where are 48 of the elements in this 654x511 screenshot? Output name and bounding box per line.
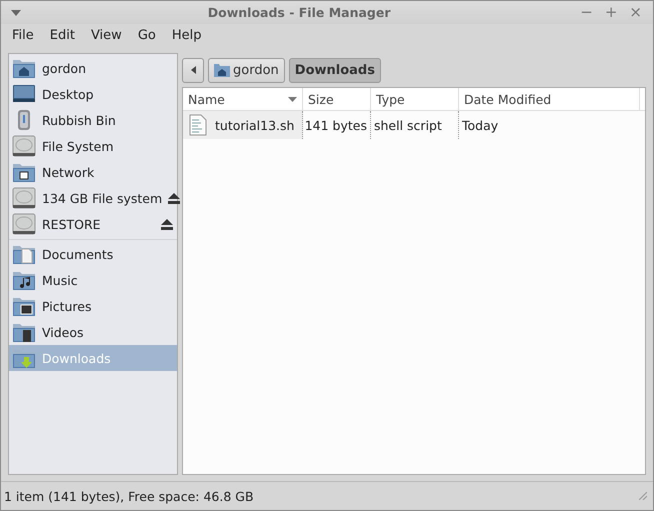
back-button[interactable] [182,58,204,82]
file-size: 141 bytes [304,118,367,132]
menu-item[interactable]: Edit [42,28,83,42]
file-type: shell script [374,118,442,132]
file-row[interactable]: tutorial13.sh 141 bytes shell script Today [183,111,645,139]
column-header[interactable]: Name [183,88,303,110]
column-header[interactable]: Date Modified [459,88,640,110]
file-name: tutorial13.sh [215,118,294,132]
sidebar-item[interactable]: 134 GB File system [9,185,177,211]
path-button[interactable]: gordon [208,58,285,82]
eject-icon[interactable] [168,192,180,204]
column-header[interactable]: Type [371,88,459,110]
window-menu-icon[interactable] [11,10,21,16]
menu-item[interactable]: Go [130,28,164,42]
resize-grip-icon[interactable] [639,492,647,500]
desktop-icon [12,83,36,105]
column-header[interactable]: Size [303,88,371,110]
network-folder-icon [12,161,36,183]
drive-icon [12,187,36,209]
window-title: Downloads - File Manager [206,5,392,20]
music-folder-icon [12,269,36,291]
drive-icon [12,213,36,235]
sidebar-item[interactable]: Videos [9,319,177,345]
sidebar-item[interactable]: Documents [9,241,177,267]
home-folder-icon [12,57,36,79]
menu-item[interactable]: File [4,28,42,42]
sidebar-item[interactable]: Desktop [9,81,177,107]
downloads-folder-icon [12,347,36,369]
sidebar-item[interactable]: Network [9,159,177,185]
menu-item[interactable]: Help [164,28,210,42]
documents-folder-icon [12,243,36,265]
sidebar-item[interactable]: Music [9,267,177,293]
menu-item[interactable]: View [82,28,130,42]
sidebar-item[interactable]: gordon [9,55,177,81]
back-icon [190,66,196,74]
sidebar-item[interactable]: Pictures [9,293,177,319]
path-button[interactable]: Downloads [288,58,381,82]
status-text: 1 item (141 bytes), Free space: 46.8 GB [4,488,254,504]
sidebar-item[interactable]: RESTORE [9,211,177,237]
sidebar-item[interactable]: Rubbish Bin [9,107,177,133]
videos-folder-icon [12,321,36,343]
file-date: Today [462,118,498,132]
pictures-folder-icon [12,295,36,317]
drive-icon [12,135,36,157]
text-file-icon [189,114,207,136]
sidebar-item[interactable]: File System [9,133,177,159]
home-folder-icon [214,63,230,77]
eject-icon[interactable] [161,218,173,230]
